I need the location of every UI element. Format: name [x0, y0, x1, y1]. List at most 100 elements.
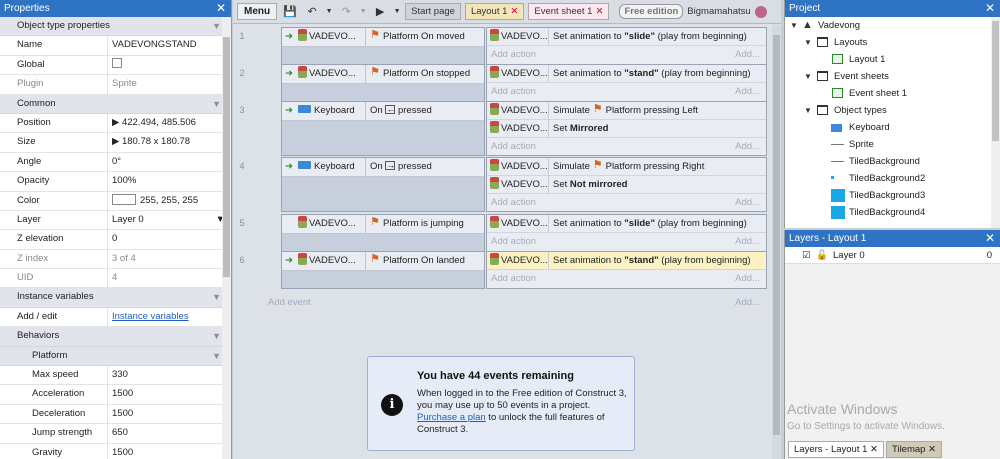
- acceleration-value[interactable]: 1500: [108, 385, 231, 403]
- lock-icon[interactable]: 🔓: [816, 247, 828, 264]
- section-platform[interactable]: Platform ▼: [0, 346, 231, 367]
- properties-scrollbar[interactable]: [222, 17, 231, 459]
- instance-variables-link[interactable]: Instance variables: [112, 311, 189, 322]
- undo-icon[interactable]: ↶: [303, 5, 321, 18]
- project-scrollbar[interactable]: [991, 17, 1000, 228]
- add-action-row[interactable]: Add action Add...: [487, 83, 766, 101]
- collapse-icon[interactable]: ▼: [212, 327, 221, 345]
- add-action-row[interactable]: Add action Add...: [487, 194, 766, 212]
- condition-row[interactable]: ➜ VADEVO... ⚑ Platform On stopped: [282, 65, 484, 84]
- expand-arrow-icon[interactable]: ▼: [804, 34, 812, 51]
- tab-tilemap[interactable]: Tilemap ✕: [886, 441, 943, 458]
- tree-item-project-root[interactable]: ▼ ▲ Vadevong: [785, 17, 1000, 34]
- collapse-icon[interactable]: ▼: [212, 347, 221, 365]
- add-action-row[interactable]: Add action Add...: [487, 138, 766, 156]
- section-instance-variables[interactable]: Instance variables ▼: [0, 288, 231, 308]
- redo-dropdown-icon[interactable]: ▼: [359, 8, 367, 15]
- tree-item-tiledbackground2[interactable]: TiledBackground2: [785, 170, 1000, 187]
- deceleration-value[interactable]: 1500: [108, 405, 231, 423]
- condition-row[interactable]: ➜VADEVO...⚑Platform is jumping: [282, 215, 484, 234]
- tab-layout-1[interactable]: Layout 1 ✕: [464, 3, 525, 20]
- tree-item-tiledbackground4[interactable]: TiledBackground4: [785, 204, 1000, 221]
- expand-arrow-icon[interactable]: ▼: [790, 17, 798, 34]
- close-icon[interactable]: ✕: [985, 230, 995, 247]
- add-action-row[interactable]: Add action Add...: [487, 46, 766, 64]
- angle-value[interactable]: 0°: [108, 153, 231, 171]
- expand-arrow-icon[interactable]: ▼: [804, 68, 812, 85]
- layer-select[interactable]: Layer 0 ▼: [108, 211, 231, 229]
- tree-item-event-sheets[interactable]: ▼ Event sheets: [785, 68, 1000, 85]
- add-event-short[interactable]: Add...: [735, 297, 760, 308]
- jumpstrength-value[interactable]: 650: [108, 424, 231, 442]
- tree-item-tiledbackground[interactable]: TiledBackground: [785, 153, 1000, 170]
- position-value[interactable]: 422.494, 485.506: [122, 117, 196, 128]
- save-icon[interactable]: 💾: [281, 5, 299, 18]
- tree-item-event-sheet-1[interactable]: Event sheet 1: [785, 85, 1000, 102]
- gravity-value[interactable]: 1500: [108, 444, 231, 459]
- visible-checkbox[interactable]: ☑: [802, 247, 811, 264]
- action-row[interactable]: VADEVO... Set animation to "slide" (play …: [487, 28, 766, 46]
- scroll-thumb[interactable]: [223, 37, 230, 277]
- collapse-icon[interactable]: ▼: [212, 17, 221, 35]
- action-row[interactable]: VADEVO... Set Mirrored: [487, 120, 766, 138]
- close-tab-icon[interactable]: ✕: [595, 6, 603, 17]
- redo-icon[interactable]: ↷: [337, 5, 355, 18]
- collapse-icon[interactable]: ▼: [212, 95, 221, 113]
- opacity-value[interactable]: 100%: [108, 172, 231, 190]
- action-row[interactable]: VADEVO... Set Not mirrored: [487, 176, 766, 194]
- expand-icon[interactable]: ▶: [112, 136, 122, 147]
- section-common[interactable]: Common ▼: [0, 94, 231, 114]
- add-action-row[interactable]: Add action Add...: [487, 233, 766, 251]
- tree-item-keyboard[interactable]: Keyboard: [785, 119, 1000, 136]
- event-conditions[interactable]: ➜ VADEVO... ⚑ Platform On stopped: [281, 64, 485, 102]
- action-row[interactable]: VADEVO... Simulate ⚑ Platform pressing Lef…: [487, 102, 766, 120]
- scroll-thumb[interactable]: [992, 21, 999, 141]
- condition-row[interactable]: ➜ VADEVO... ⚑ Platform On moved: [282, 28, 484, 47]
- expand-arrow-icon[interactable]: ▼: [804, 102, 812, 119]
- action-row[interactable]: VADEVO... Set animation to "stand" (play …: [487, 65, 766, 83]
- tree-item-layout-1[interactable]: Layout 1: [785, 51, 1000, 68]
- tab-layers[interactable]: Layers - Layout 1 ✕: [788, 441, 885, 458]
- add-action-row[interactable]: Add action Add...: [487, 270, 766, 288]
- section-behaviors[interactable]: Behaviors ▼: [0, 327, 231, 347]
- scroll-thumb[interactable]: [773, 35, 780, 435]
- tree-item-sprite[interactable]: Sprite: [785, 136, 1000, 153]
- expand-icon[interactable]: ▶: [112, 117, 122, 128]
- action-row-selected[interactable]: VADEVO... Set animation to "stand" (play …: [487, 252, 766, 270]
- event-conditions[interactable]: ➜ Keyboard On ← pressed: [281, 101, 485, 156]
- layer-row[interactable]: ☑ 🔓 Layer 0 0: [785, 247, 1000, 264]
- close-tab-icon[interactable]: ✕: [928, 444, 936, 455]
- avatar[interactable]: [754, 5, 767, 18]
- name-value[interactable]: VADEVONGSTAND: [108, 36, 231, 54]
- add-event-link[interactable]: Add event: [268, 297, 311, 308]
- event-conditions[interactable]: ➜ VADEVO... ⚑ Platform On moved: [281, 27, 485, 65]
- event-conditions[interactable]: ➜VADEVO...⚑Platform is jumping: [281, 214, 485, 252]
- close-tab-icon[interactable]: ✕: [510, 6, 518, 17]
- action-row[interactable]: VADEVO... Set animation to "slide" (play …: [487, 215, 766, 233]
- tab-start-page[interactable]: Start page: [405, 3, 461, 20]
- preview-play-icon[interactable]: ▶: [371, 5, 389, 18]
- edition-badge[interactable]: Free edition: [619, 4, 684, 19]
- action-row[interactable]: VADEVO... Simulate ⚑ Platform pressing Rig…: [487, 158, 766, 176]
- global-checkbox[interactable]: [112, 58, 122, 69]
- menu-button[interactable]: Menu: [237, 3, 278, 20]
- color-swatch[interactable]: [112, 193, 136, 205]
- maxspeed-value[interactable]: 330: [108, 366, 231, 384]
- size-value[interactable]: 180.78 x 180.78: [122, 136, 190, 147]
- preview-dropdown-icon[interactable]: ▼: [393, 8, 401, 15]
- event-conditions[interactable]: ➜ VADEVO... ⚑ Platform On landed: [281, 251, 485, 289]
- event-conditions[interactable]: ➜ Keyboard On → pressed: [281, 157, 485, 212]
- condition-row[interactable]: ➜ Keyboard On → pressed: [282, 158, 484, 177]
- tree-item-object-types[interactable]: ▼ Object types: [785, 102, 1000, 119]
- tab-event-sheet-1[interactable]: Event sheet 1 ✕: [528, 3, 610, 20]
- tree-item-tiledbackground3[interactable]: TiledBackground3: [785, 187, 1000, 204]
- zelevation-value[interactable]: 0: [108, 230, 231, 248]
- collapse-icon[interactable]: ▼: [212, 288, 221, 306]
- close-icon[interactable]: ✕: [985, 0, 995, 17]
- event-sheet-scrollbar[interactable]: [772, 25, 781, 459]
- condition-row[interactable]: ➜ Keyboard On ← pressed: [282, 102, 484, 121]
- section-object-type[interactable]: Object type properties ▼: [0, 17, 231, 37]
- close-tab-icon[interactable]: ✕: [870, 444, 878, 455]
- tree-item-layouts[interactable]: ▼ Layouts: [785, 34, 1000, 51]
- purchase-plan-link[interactable]: Purchase a plan: [417, 412, 486, 423]
